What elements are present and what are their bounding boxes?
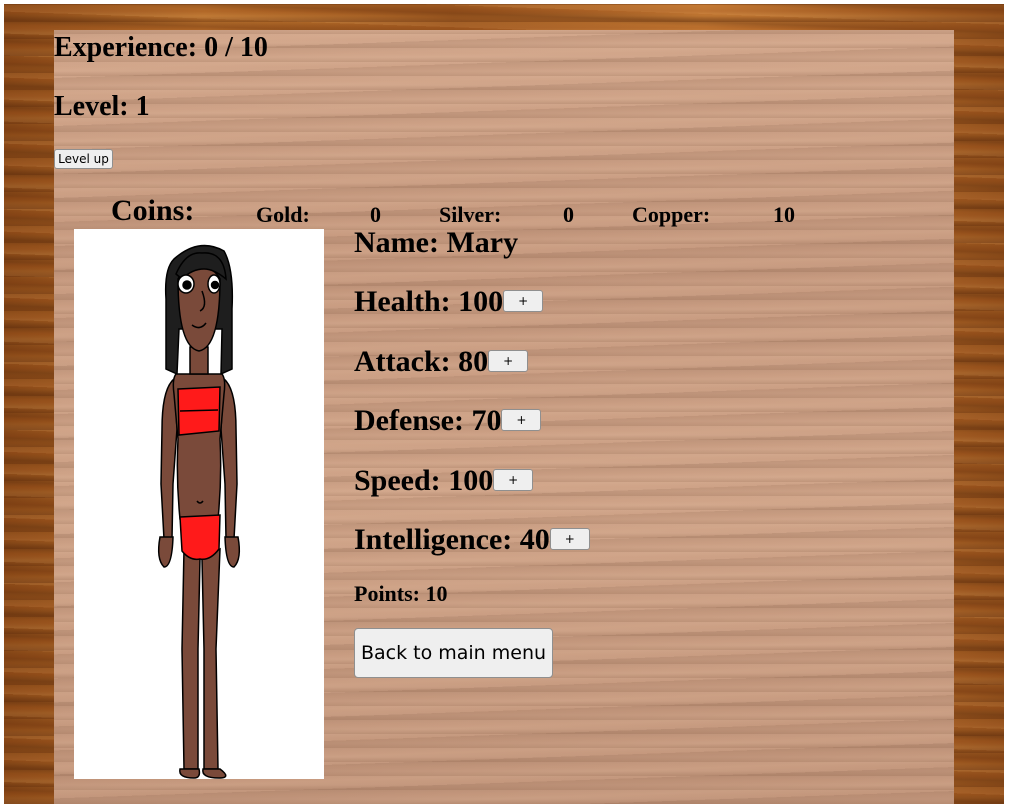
character-figure — [157, 244, 241, 779]
top-fold — [179, 409, 219, 412]
red-bottoms — [179, 514, 221, 561]
right-hand — [224, 536, 241, 568]
increase-attack-button[interactable]: + — [488, 350, 529, 373]
stat-speed: Speed: 100 + — [354, 464, 534, 498]
experience-separator: / — [225, 32, 233, 63]
name-value: Mary — [446, 226, 519, 259]
level-value: 1 — [135, 91, 150, 122]
name-label: Name: — [354, 226, 439, 259]
character-name: Name: Mary — [354, 226, 518, 260]
defense-label: Defense: — [354, 404, 464, 437]
available-points: Points: 10 — [354, 581, 448, 607]
points-value: 10 — [425, 581, 448, 606]
increase-health-button[interactable]: + — [503, 290, 544, 313]
experience-max: 10 — [239, 32, 268, 63]
stat-defense: Defense: 70 + — [354, 404, 542, 438]
silver-value: 0 — [563, 202, 574, 227]
intelligence-label: Intelligence: — [354, 523, 513, 556]
level-label: Level: — [54, 91, 129, 122]
experience-current: 0 — [204, 32, 219, 63]
right-pupil — [210, 280, 220, 290]
attack-value: 80 — [458, 345, 489, 378]
coins-heading: Coins: — [111, 194, 195, 227]
left-pupil — [182, 280, 192, 290]
copper-label: Copper: — [632, 202, 711, 227]
right-leg — [201, 547, 221, 770]
experience-label: Experience: — [54, 32, 198, 63]
stat-attack: Attack: 80 + — [354, 345, 529, 379]
points-label: Points: — [354, 581, 420, 606]
speed-value: 100 — [448, 464, 494, 497]
experience-display: Experience: 0 / 10 — [54, 32, 268, 64]
left-leg — [181, 547, 201, 770]
speed-label: Speed: — [354, 464, 441, 497]
left-foot — [179, 768, 201, 779]
character-portrait — [74, 229, 324, 779]
stat-health: Health: 100 + — [354, 285, 544, 319]
right-foot — [202, 768, 227, 779]
level-display: Level: 1 — [54, 91, 150, 123]
attack-label: Attack: — [354, 345, 451, 378]
gold-label: Gold: — [256, 202, 310, 227]
increase-intelligence-button[interactable]: + — [549, 528, 590, 551]
gold-value: 0 — [370, 202, 381, 227]
left-hand — [157, 536, 174, 568]
health-value: 100 — [458, 285, 504, 318]
defense-value: 70 — [471, 404, 502, 437]
health-label: Health: — [354, 285, 451, 318]
copper-value: 10 — [773, 202, 795, 227]
silver-label: Silver: — [439, 202, 502, 227]
back-to-main-menu-button[interactable]: Back to main menu — [354, 628, 553, 678]
intelligence-value: 40 — [519, 523, 550, 556]
level-up-button[interactable]: Level up — [54, 149, 113, 169]
stat-intelligence: Intelligence: 40 + — [354, 523, 590, 557]
increase-speed-button[interactable]: + — [493, 469, 534, 492]
increase-defense-button[interactable]: + — [501, 409, 542, 432]
